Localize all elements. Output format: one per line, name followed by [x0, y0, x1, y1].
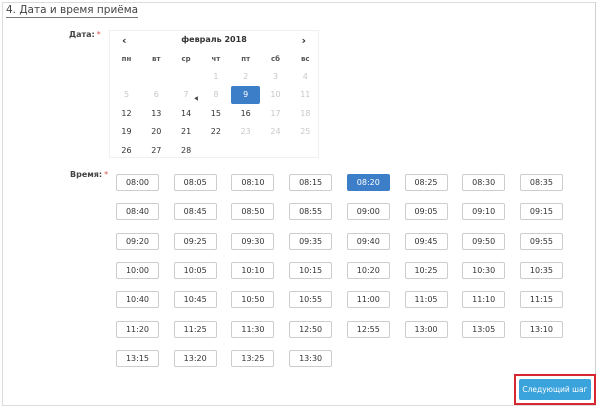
weekday-header: вс	[301, 55, 310, 63]
time-slot[interactable]: 09:50	[462, 232, 506, 250]
time-slot[interactable]: 08:15	[289, 174, 333, 191]
calendar-day[interactable]: 28	[172, 142, 201, 160]
time-slot[interactable]: 10:15	[289, 261, 333, 279]
weekday-header: сб	[270, 55, 281, 63]
time-slot[interactable]: 10:50	[231, 291, 275, 309]
calendar-day: 25	[300, 127, 311, 137]
weekday-header: вт	[152, 55, 161, 63]
calendar-day: 6	[153, 90, 159, 100]
time-slot[interactable]: 11:20	[116, 320, 159, 338]
date-label: Дата: *	[69, 30, 101, 39]
time-slot[interactable]: 09:15	[519, 203, 563, 221]
calendar-day[interactable]: 26	[112, 142, 141, 160]
time-slot[interactable]: 10:30	[462, 261, 506, 279]
time-slot[interactable]: 09:40	[346, 232, 390, 250]
weekday-header: чт	[211, 55, 221, 63]
time-slot[interactable]: 13:15	[116, 349, 159, 367]
time-slot[interactable]: 08:55	[289, 203, 333, 221]
time-slot-selected[interactable]: 08:20	[346, 174, 390, 191]
calendar-day: 23	[240, 127, 251, 137]
time-slot[interactable]: 10:20	[346, 261, 390, 279]
time-slot[interactable]: 13:20	[173, 349, 217, 367]
calendar-day[interactable]: 13	[142, 105, 171, 123]
calendar-day[interactable]: 12	[112, 105, 141, 123]
calendar-day: 5	[123, 90, 130, 100]
time-slot[interactable]: 08:10	[231, 174, 275, 191]
time-slot[interactable]: 10:00	[116, 261, 159, 279]
time-slot[interactable]: 10:45	[173, 291, 217, 309]
time-slot[interactable]: 09:10	[462, 203, 506, 221]
time-slot[interactable]: 09:25	[173, 232, 217, 250]
time-slot[interactable]: 08:00	[116, 174, 159, 191]
time-label: Время: *	[70, 170, 108, 179]
time-slot[interactable]: 11:05	[404, 291, 448, 309]
section-title: 4. Дата и время приёма	[6, 4, 139, 18]
time-slot[interactable]: 08:25	[404, 174, 448, 191]
time-slot[interactable]: 13:00	[404, 320, 448, 338]
time-slot[interactable]: 09:20	[116, 232, 159, 250]
calendar-day[interactable]: 20	[142, 123, 171, 141]
time-slot[interactable]: 08:35	[519, 174, 563, 191]
time-slot[interactable]: 10:25	[404, 261, 448, 279]
time-slot[interactable]: 09:30	[231, 232, 275, 250]
time-slot[interactable]: 08:40	[116, 203, 159, 221]
time-slot[interactable]: 11:15	[519, 291, 563, 309]
time-slot[interactable]: 08:05	[173, 174, 217, 191]
calendar-day: 10	[270, 90, 281, 100]
time-slot[interactable]: 09:55	[519, 232, 563, 250]
calendar-day-selected[interactable]: 9	[231, 86, 261, 105]
time-slot[interactable]: 13:25	[231, 349, 275, 367]
time-slot[interactable]: 08:30	[462, 174, 506, 191]
time-slot[interactable]: 13:10	[519, 320, 563, 338]
time-slot[interactable]: 11:25	[173, 320, 217, 338]
calendar-day: 24	[270, 127, 281, 137]
time-slot[interactable]: 10:05	[173, 261, 217, 279]
calendar-day: 18	[300, 108, 311, 118]
time-slot[interactable]: 10:40	[116, 291, 159, 309]
calendar-day: 11	[300, 90, 311, 100]
time-slot[interactable]: 09:45	[404, 232, 448, 250]
calendar-day[interactable]: 21	[172, 123, 201, 141]
time-label-text: Время:	[70, 170, 103, 179]
time-slot[interactable]: 12:50	[289, 320, 333, 338]
calendar-month-label: февраль 2018	[181, 35, 247, 44]
required-mark: *	[96, 30, 101, 39]
time-slot[interactable]: 11:30	[231, 320, 275, 338]
time-slot[interactable]: 10:35	[519, 261, 563, 279]
calendar-day[interactable]: 22	[201, 123, 230, 141]
weekday-header: пн	[121, 55, 132, 63]
calendar-day: 4	[302, 72, 308, 81]
time-slot[interactable]: 13:30	[289, 349, 333, 367]
time-slot[interactable]: 08:45	[173, 203, 217, 221]
calendar-day: 2	[243, 72, 249, 81]
calendar-day[interactable]: 14	[172, 105, 201, 123]
calendar-day[interactable]: 27	[142, 142, 171, 160]
time-slot[interactable]: 08:50	[231, 203, 275, 221]
time-slot[interactable]: 09:00	[346, 203, 390, 221]
calendar-day[interactable]: 16	[231, 105, 260, 123]
calendar-day[interactable]: 19	[112, 123, 141, 141]
time-slot[interactable]: 13:05	[462, 320, 506, 338]
calendar-day[interactable]: 15	[201, 105, 230, 123]
weekday-header: ср	[181, 55, 191, 63]
time-slot[interactable]: 09:35	[289, 232, 333, 250]
calendar-day: 1	[213, 72, 219, 81]
required-mark: *	[104, 170, 109, 179]
time-slot[interactable]: 10:10	[231, 261, 275, 279]
time-slot[interactable]: 11:00	[346, 291, 390, 309]
weekday-header: пт	[241, 55, 251, 63]
time-slot[interactable]: 11:10	[462, 291, 506, 309]
date-picker-calendar: ‹ февраль 2018 › пн вт ср чт пт сб вс 1 2 3 4 5 6 7 8 9…	[109, 30, 319, 158]
next-step-button[interactable]: Следующий шаг	[519, 379, 591, 400]
time-slot[interactable]: 10:55	[289, 291, 333, 309]
time-slot[interactable]: 12:55	[346, 320, 390, 338]
calendar-day: 3	[272, 72, 279, 81]
next-month-icon[interactable]: ›	[301, 34, 306, 47]
calendar-day: 8	[213, 90, 219, 100]
time-slot[interactable]: 09:05	[404, 203, 448, 221]
date-label-text: Дата:	[69, 30, 95, 39]
calendar-day: 17	[270, 108, 281, 118]
